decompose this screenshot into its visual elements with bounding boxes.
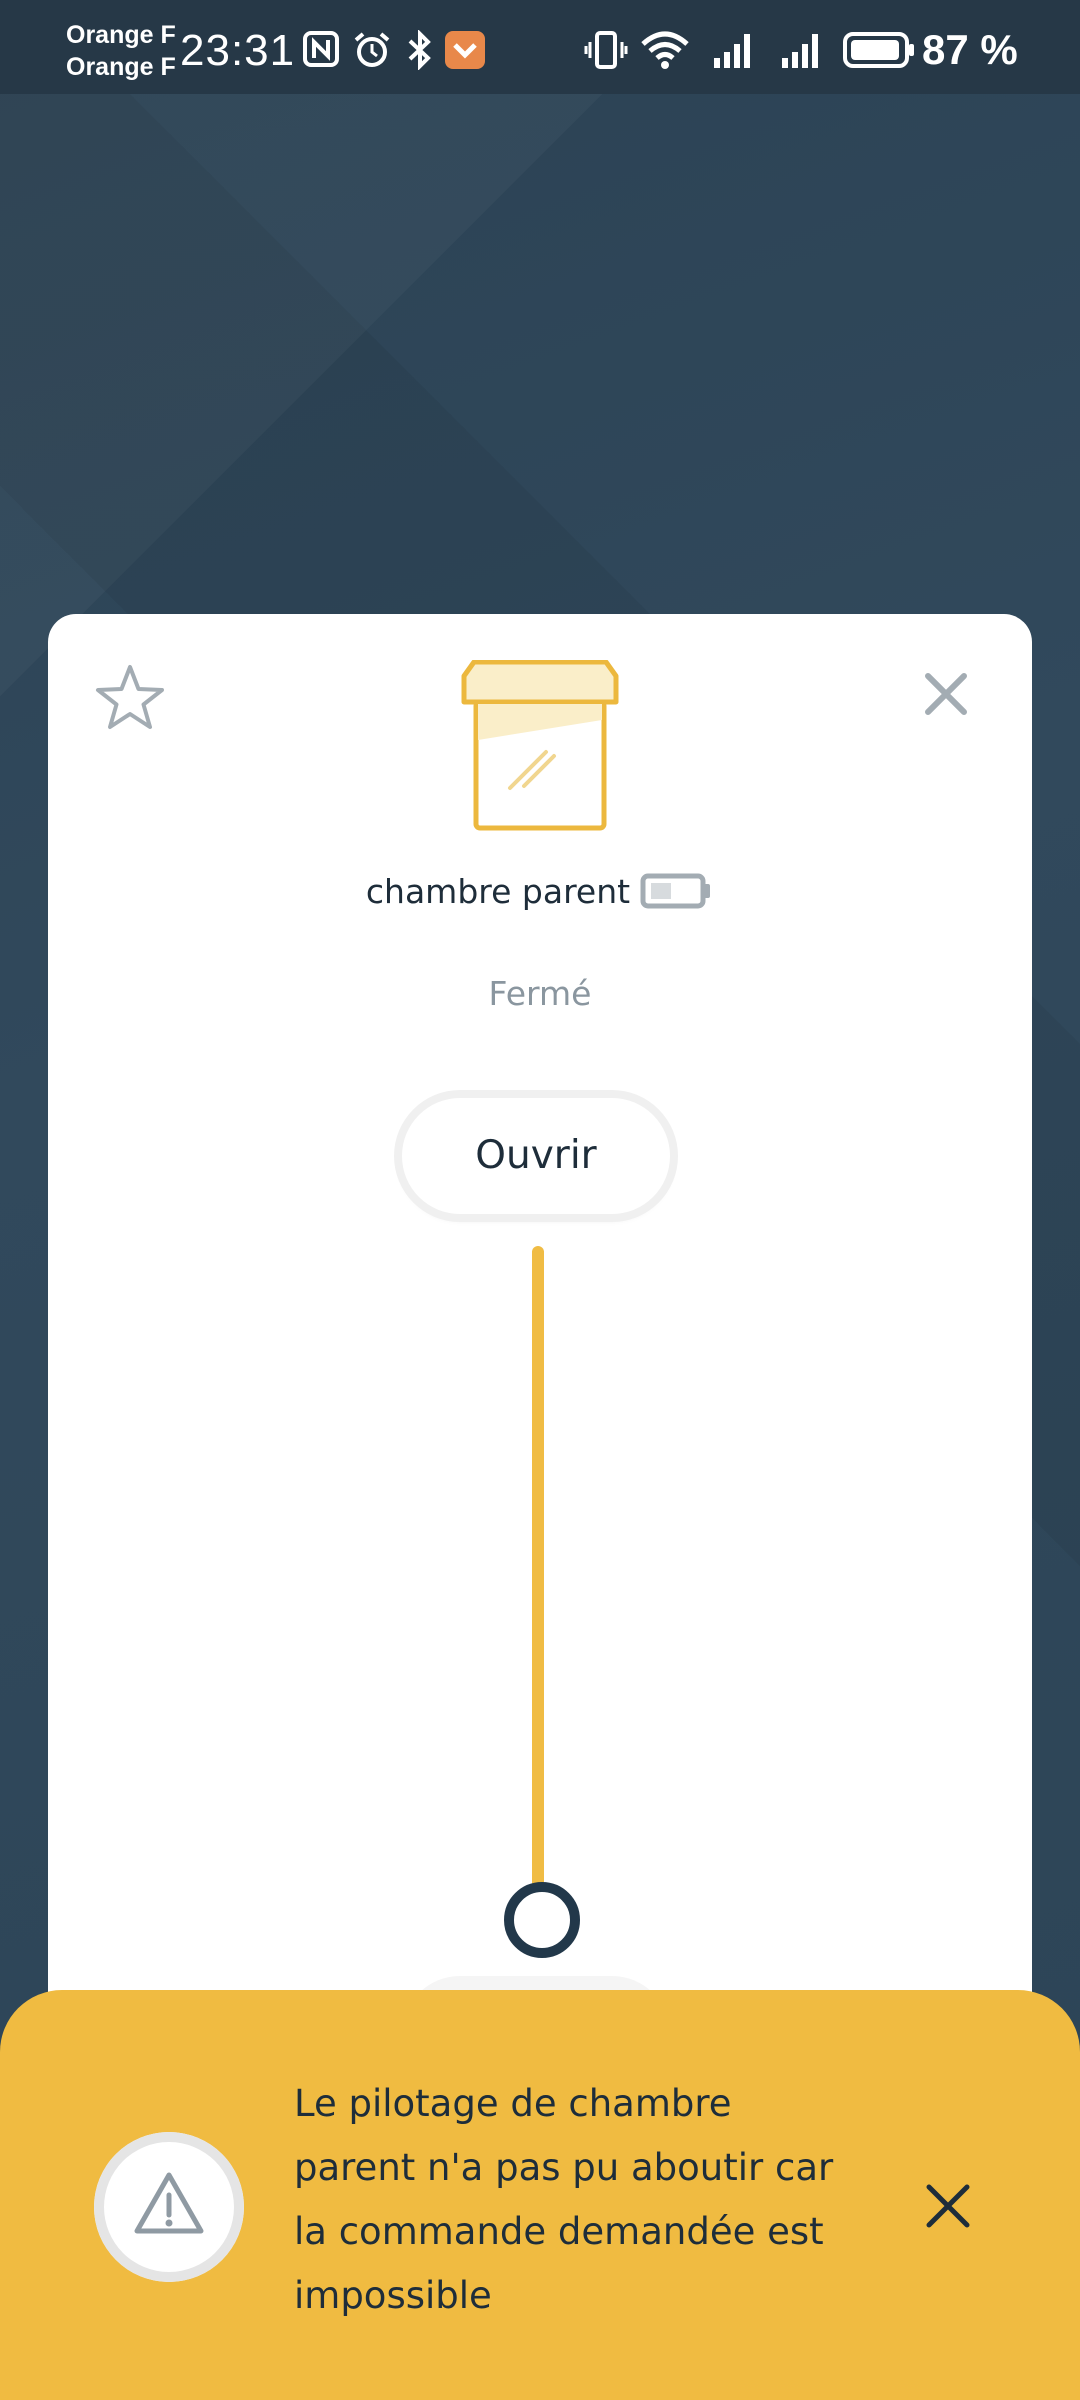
- clock: 23:31: [180, 26, 296, 75]
- device-state: Fermé: [488, 974, 592, 1013]
- close-icon[interactable]: [924, 2182, 972, 2230]
- carrier-label: Orange F: [66, 53, 176, 81]
- battery-percentage: 87 %: [922, 26, 1018, 73]
- warning-badge: [94, 2132, 244, 2282]
- toast-message: Le pilotage de chambre parent n'a pas pu…: [294, 2082, 834, 2317]
- vibrate-icon: [584, 31, 628, 69]
- device-name-row: chambre parent: [48, 872, 1032, 911]
- slider-track: [532, 1246, 544, 1912]
- open-button[interactable]: Ouvrir: [402, 1098, 670, 1214]
- battery-icon: [843, 32, 914, 68]
- status-bar: Orange F Orange F 23:31 87 %: [0, 0, 1080, 94]
- bluetooth-icon: [408, 30, 431, 70]
- carrier-label: Orange F: [66, 21, 176, 49]
- wifi-icon: [641, 31, 689, 69]
- device-name: chambre parent: [365, 872, 631, 911]
- signal-icon: [714, 34, 750, 68]
- signal-icon: [782, 34, 818, 68]
- error-toast: Le pilotage de chambre parent n'a pas pu…: [0, 1990, 1080, 2400]
- warning-icon: [134, 2172, 204, 2234]
- battery-low-icon: [640, 873, 711, 909]
- app-notification-icon: [445, 31, 485, 69]
- nfc-icon: [303, 31, 339, 67]
- alarm-icon: [354, 32, 390, 67]
- slider-handle[interactable]: [504, 1882, 580, 1958]
- close-icon[interactable]: [922, 670, 970, 718]
- window-icon: [461, 660, 619, 831]
- star-icon[interactable]: [94, 662, 166, 734]
